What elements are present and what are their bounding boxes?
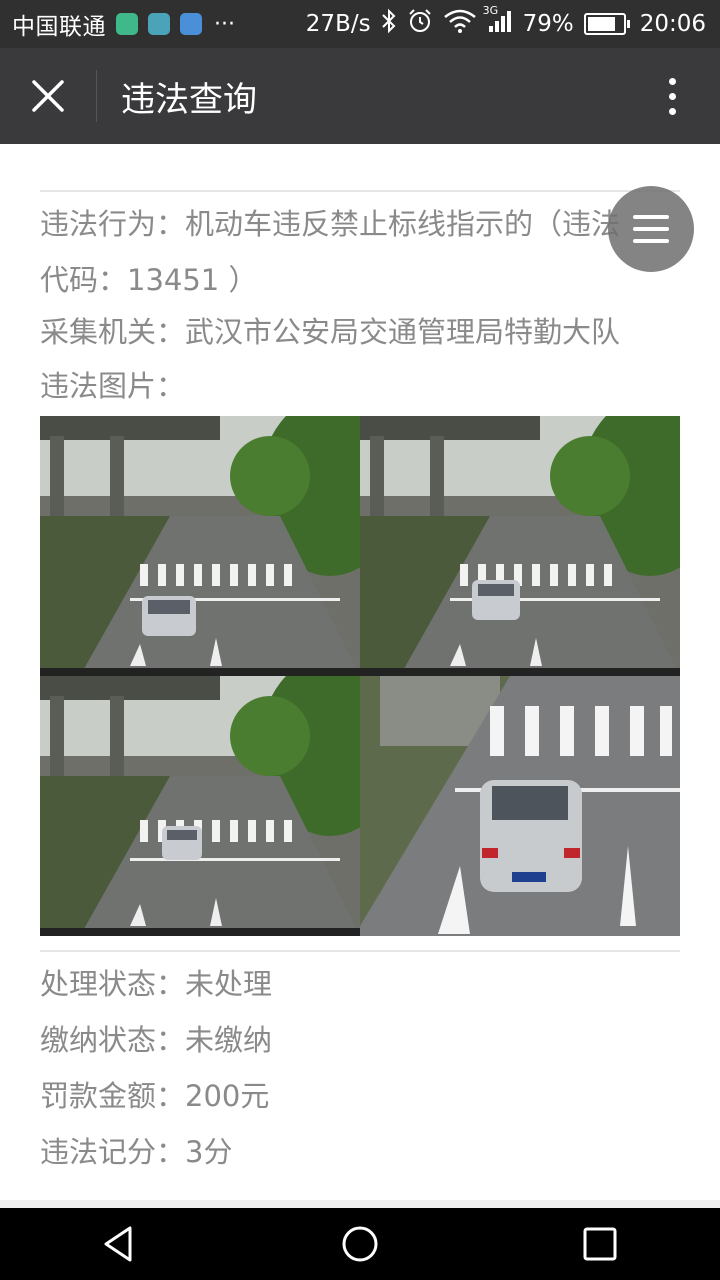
back-icon — [104, 1226, 132, 1262]
page-title: 违法查询 — [121, 79, 257, 120]
home-button[interactable] — [320, 1208, 400, 1280]
wifi-icon — [443, 8, 477, 40]
battery-fill — [587, 17, 615, 31]
agency-label: 采集机关： — [40, 315, 186, 349]
photos-label: 违法图片： — [40, 369, 186, 403]
alarm-icon — [407, 8, 433, 40]
points-label: 违法记分： — [40, 1135, 186, 1169]
status-right: 27B/s 3G 79% 20:06 — [296, 0, 706, 48]
net-speed: 27B/s — [305, 11, 371, 37]
violation-photo-2[interactable] — [360, 416, 680, 676]
battery-percent: 79% — [522, 11, 574, 37]
violation-photo-3[interactable] — [40, 676, 360, 936]
collection-agency: 采集机关：武汉市公安局交通管理局特勤大队 — [40, 304, 680, 360]
status-bar: 中国联通 ··· 27B/s 3G 79% 20:06 — [0, 0, 720, 48]
behavior-value-line1: 机动车违反禁止标线指示的（违法 — [185, 207, 621, 241]
close-icon — [32, 80, 64, 112]
back-button[interactable] — [80, 1208, 160, 1280]
wechat-app-icon — [116, 13, 138, 35]
recents-icon — [583, 1227, 617, 1261]
title-bar: 违法查询 — [0, 48, 720, 144]
violation-photo-1[interactable] — [40, 416, 360, 676]
more-vertical-icon — [668, 77, 676, 85]
more-notifications-icon: ··· — [214, 11, 235, 37]
violation-photos-label-row: 违法图片： — [40, 358, 680, 414]
more-menu-button[interactable] — [648, 72, 696, 120]
system-nav-bar — [0, 1208, 720, 1280]
points-value: 3分 — [185, 1135, 233, 1169]
signal-icon: 3G — [483, 4, 513, 40]
penalty-points: 违法记分：3分 — [40, 1124, 680, 1180]
gallery-app-icon — [148, 13, 170, 35]
bluetooth-icon — [381, 8, 397, 40]
network-type: 3G — [482, 4, 499, 17]
process-value: 未处理 — [185, 967, 273, 1001]
behavior-value-line2: 代码：13451 ） — [40, 263, 258, 297]
close-button[interactable] — [0, 48, 96, 144]
violation-detail[interactable]: 违法行为：机动车违反禁止标线指示的（违法 代码：13451 ） 采集机关：武汉市… — [0, 144, 720, 1200]
divider — [40, 950, 680, 952]
payment-status: 缴纳状态：未缴纳 — [40, 1012, 680, 1068]
hamburger-menu-icon — [633, 215, 669, 219]
fine-value: 200元 — [185, 1079, 270, 1113]
clock: 20:06 — [639, 11, 706, 37]
toolbar-divider — [96, 70, 97, 122]
fine-amount: 罚款金额：200元 — [40, 1068, 680, 1124]
status-left: 中国联通 ··· — [12, 7, 235, 41]
battery-icon — [583, 13, 630, 35]
violation-photo-4[interactable] — [360, 676, 680, 936]
fine-label: 罚款金额： — [40, 1079, 186, 1113]
process-label: 处理状态： — [40, 967, 186, 1001]
payment-value: 未缴纳 — [185, 1023, 273, 1057]
home-icon — [342, 1226, 378, 1262]
behavior-label: 违法行为： — [40, 207, 186, 241]
floating-menu-button[interactable] — [608, 186, 694, 272]
recents-button[interactable] — [560, 1208, 640, 1280]
carrier-name: 中国联通 — [12, 14, 106, 40]
violation-behavior: 违法行为：机动车违反禁止标线指示的（违法 代码：13451 ） — [40, 196, 680, 308]
process-status: 处理状态：未处理 — [40, 956, 680, 1012]
agency-value: 武汉市公安局交通管理局特勤大队 — [185, 315, 621, 349]
payment-label: 缴纳状态： — [40, 1023, 186, 1057]
divider — [40, 190, 680, 192]
wifi-app-icon — [180, 13, 202, 35]
violation-photos[interactable] — [40, 416, 680, 936]
